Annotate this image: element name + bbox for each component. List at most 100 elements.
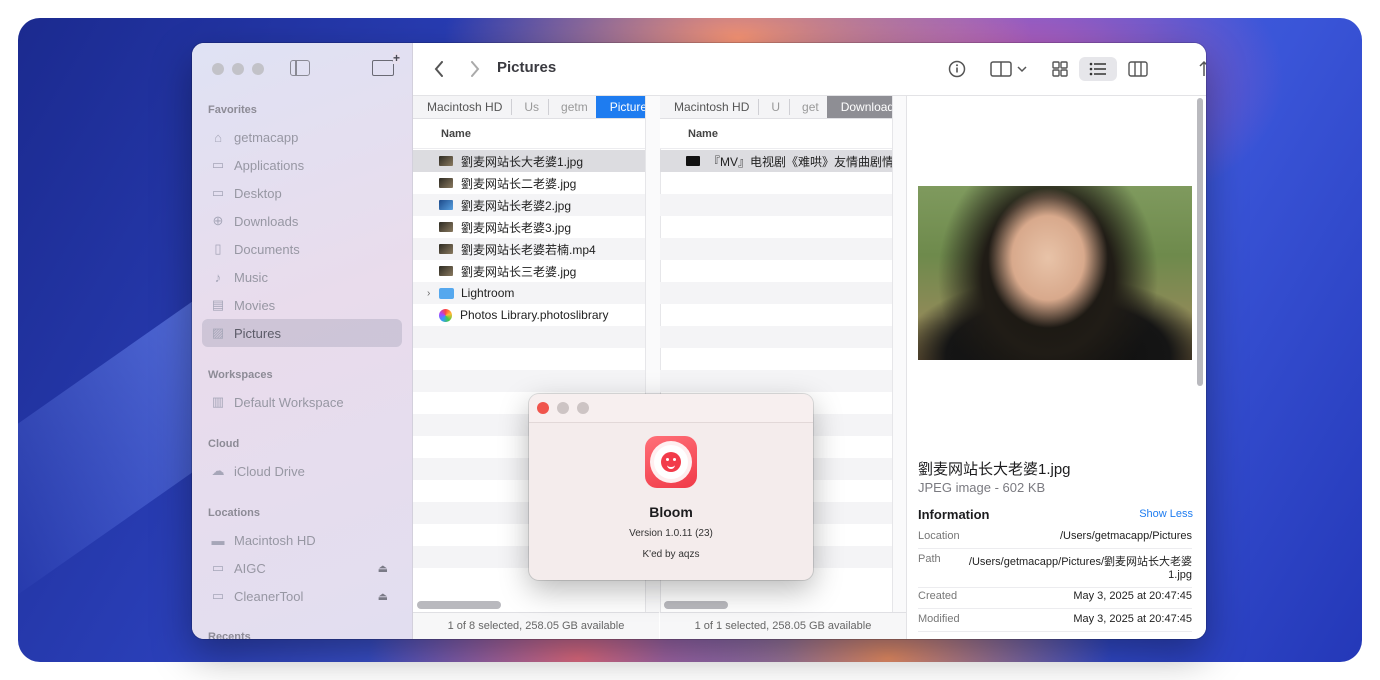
file-name: 劉麦网站长老婆若楠.mp4 bbox=[461, 242, 596, 257]
sidebar-section-workspaces: Workspaces bbox=[208, 369, 273, 381]
sidebar-item-label: Pictures bbox=[234, 325, 281, 341]
home-icon: ⌂ bbox=[214, 129, 222, 145]
zoom-dialog-button bbox=[577, 402, 589, 414]
dialog-titlebar bbox=[529, 394, 813, 423]
show-less-link[interactable]: Show Less bbox=[1139, 508, 1193, 520]
sidebar-item-documents[interactable]: ▯ Documents bbox=[202, 235, 402, 263]
app-version: Version 1.0.11 (23) bbox=[629, 528, 713, 539]
path-crumb[interactable]: Macintosh HD bbox=[413, 96, 513, 118]
status-bar: 1 of 8 selected, 258.05 GB available bbox=[413, 612, 659, 639]
sidebar-item-label: Music bbox=[234, 269, 268, 285]
sidebar-section-locations: Locations bbox=[208, 507, 260, 519]
list-item[interactable]: 劉麦网站长老婆2.jpg bbox=[413, 194, 645, 216]
file-name: Photos Library.photoslibrary bbox=[460, 308, 609, 322]
sidebar-item-default-workspace[interactable]: ▥ Default Workspace bbox=[202, 388, 402, 416]
window-controls bbox=[212, 63, 264, 75]
new-folder-icon[interactable] bbox=[372, 52, 401, 76]
list-item[interactable]: 『MV』电视剧《难哄》友情曲剧情版 bbox=[660, 150, 892, 172]
horizontal-scrollbar[interactable] bbox=[417, 601, 501, 609]
file-name: 劉麦网站长老婆2.jpg bbox=[461, 198, 572, 213]
info-value: /Users/getmacapp/Pictures/劉麦网站长大老婆1.jpg bbox=[968, 556, 1192, 581]
path-crumb[interactable]: getm bbox=[547, 96, 596, 118]
vertical-scrollbar[interactable] bbox=[1197, 98, 1203, 386]
sidebar-section-recents: Recents bbox=[208, 631, 251, 639]
sidebar-item-applications[interactable]: ▭ Applications bbox=[202, 151, 402, 179]
info-value: May 3, 2025 at 20:47:45 bbox=[1073, 590, 1192, 602]
about-dialog: Bloom Version 1.0.11 (23) K'ed by aqzs bbox=[529, 394, 813, 580]
chevron-left-icon[interactable] bbox=[427, 57, 451, 81]
disk-icon: ▬ bbox=[211, 532, 225, 548]
info-label: Path bbox=[918, 553, 941, 565]
minimize-window-button[interactable] bbox=[232, 63, 244, 75]
sidebar-item-macintosh-hd[interactable]: ▬ Macintosh HD bbox=[202, 526, 402, 554]
preview-image bbox=[918, 186, 1192, 360]
grid-view-icon[interactable] bbox=[1047, 57, 1073, 81]
name-column-header[interactable]: Name bbox=[660, 119, 906, 149]
eject-icon[interactable]: ⏏ bbox=[378, 562, 388, 575]
bloom-app-icon bbox=[645, 436, 697, 488]
list-item[interactable]: 劉麦网站长老婆3.jpg bbox=[413, 216, 645, 238]
image-thumbnail-icon bbox=[439, 200, 453, 210]
sidebar-item-desktop[interactable]: ▭ Desktop bbox=[202, 179, 402, 207]
sort-icon[interactable] bbox=[1195, 57, 1206, 81]
sidebar-item-downloads[interactable]: ⊕ Downloads bbox=[202, 207, 402, 235]
sidebar-item-pictures[interactable]: ▨ Pictures bbox=[202, 319, 402, 347]
sidebar-item-label: Downloads bbox=[234, 213, 299, 229]
list-item[interactable]: 劉麦网站长老婆若楠.mp4 bbox=[413, 238, 645, 260]
toolbar: Pictures bbox=[413, 43, 1206, 96]
sidebar-section-favorites: Favorites bbox=[208, 104, 257, 116]
sidebar-item-label: AIGC bbox=[234, 560, 266, 576]
path-crumb[interactable]: U bbox=[757, 96, 790, 118]
documents-icon: ▯ bbox=[214, 241, 222, 256]
list-item[interactable]: Photos Library.photoslibrary bbox=[413, 304, 645, 326]
list-view-icon[interactable] bbox=[1079, 57, 1117, 81]
sidebar-item-music[interactable]: ♪ Music bbox=[202, 263, 402, 291]
preview-pane-icon[interactable] bbox=[987, 57, 1033, 81]
info-row-modified: Modified May 3, 2025 at 20:47:45 bbox=[918, 613, 1192, 632]
sidebar-item-label: CleanerTool bbox=[234, 588, 304, 604]
info-label: Created bbox=[918, 590, 958, 602]
list-item[interactable]: 劉麦网站长二老婆.jpg bbox=[413, 172, 645, 194]
info-value: May 3, 2025 at 20:47:45 bbox=[1073, 613, 1192, 625]
sidebar-item-aigc[interactable]: ▭ AIGC ⏏ bbox=[202, 554, 402, 582]
applications-icon: ▭ bbox=[211, 157, 225, 172]
sidebar-toggle-icon[interactable] bbox=[290, 60, 310, 76]
horizontal-scrollbar[interactable] bbox=[664, 601, 728, 609]
info-icon[interactable] bbox=[945, 57, 969, 81]
sidebar-item-getmacapp[interactable]: ⌂ getmacapp bbox=[202, 123, 402, 151]
image-thumbnail-icon bbox=[439, 222, 453, 232]
column-view-icon[interactable] bbox=[1125, 57, 1151, 81]
sidebar-item-label: Default Workspace bbox=[234, 394, 344, 410]
path-crumb[interactable]: Us bbox=[510, 96, 549, 118]
downloads-icon: ⊕ bbox=[212, 213, 224, 228]
sidebar-item-label: Movies bbox=[234, 297, 276, 313]
disclosure-chevron-icon[interactable]: › bbox=[427, 288, 430, 299]
sidebar-item-icloud-drive[interactable]: ☁ iCloud Drive bbox=[202, 457, 402, 485]
file-name: Lightroom bbox=[461, 286, 515, 300]
sidebar-item-label: iCloud Drive bbox=[234, 463, 305, 479]
list-item[interactable]: › Lightroom bbox=[413, 282, 645, 304]
minimize-dialog-button bbox=[557, 402, 569, 414]
zoom-window-button[interactable] bbox=[252, 63, 264, 75]
sidebar-section-cloud: Cloud bbox=[208, 438, 240, 450]
close-dialog-button[interactable] bbox=[537, 402, 549, 414]
file-name: 劉麦网站长老婆3.jpg bbox=[461, 220, 572, 235]
info-value: /Users/getmacapp/Pictures bbox=[1059, 530, 1192, 542]
photos-library-icon bbox=[439, 308, 452, 322]
external-disk-icon: ▭ bbox=[211, 560, 225, 575]
close-window-button[interactable] bbox=[212, 63, 224, 75]
sidebar-item-cleanertool[interactable]: ▭ CleanerTool ⏏ bbox=[202, 582, 402, 610]
image-thumbnail-icon bbox=[439, 156, 453, 166]
info-row-created: Created May 3, 2025 at 20:47:45 bbox=[918, 590, 1192, 609]
list-item[interactable]: 劉麦网站长大老婆1.jpg bbox=[413, 150, 645, 172]
info-row-location: Location/Users/getmacapp/Pictures bbox=[918, 530, 1192, 549]
desktop-icon: ▭ bbox=[211, 185, 225, 200]
path-crumb[interactable]: Macintosh HD bbox=[660, 96, 760, 118]
chevron-right-icon[interactable] bbox=[463, 57, 487, 81]
name-column-header[interactable]: Name bbox=[413, 119, 659, 149]
list-item[interactable]: 劉麦网站长三老婆.jpg bbox=[413, 260, 645, 282]
path-crumb[interactable]: get bbox=[788, 96, 827, 118]
sidebar-item-movies[interactable]: ▤ Movies bbox=[202, 291, 402, 319]
eject-icon[interactable]: ⏏ bbox=[378, 590, 388, 603]
preview-pane: 劉麦网站长大老婆1.jpg JPEG image - 602 KB Inform… bbox=[906, 96, 1206, 639]
